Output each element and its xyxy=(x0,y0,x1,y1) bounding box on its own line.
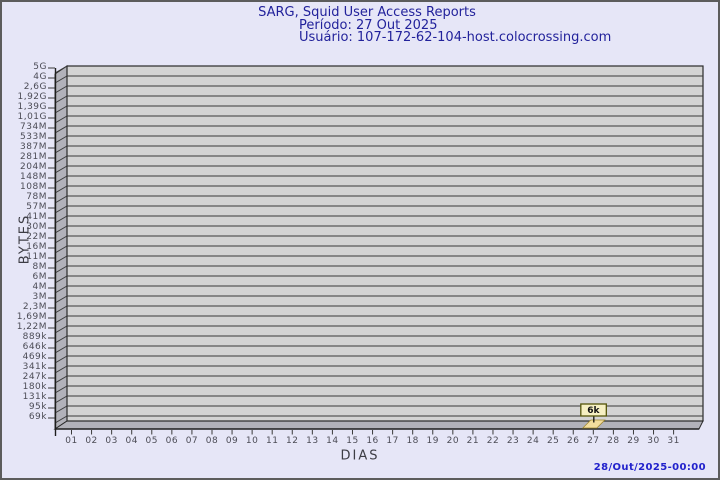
x-tick-label: 19 xyxy=(427,436,439,446)
x-tick-label: 30 xyxy=(647,436,659,446)
y-tick-label: 148M xyxy=(20,172,47,182)
x-tick-label: 02 xyxy=(85,436,97,446)
x-tick-label: 09 xyxy=(226,436,238,446)
y-tick-label: 57M xyxy=(26,202,47,212)
y-tick-label: 387M xyxy=(20,142,47,152)
y-tick-label: 533M xyxy=(20,132,47,142)
y-tick-label: 131k xyxy=(23,392,48,402)
x-tick-label: 22 xyxy=(487,436,499,446)
x-tick-label: 23 xyxy=(507,436,519,446)
x-tick-label: 20 xyxy=(447,436,459,446)
x-tick-label: 29 xyxy=(627,436,639,446)
y-tick-label: 1,01G xyxy=(17,112,47,122)
y-tick-label: 281M xyxy=(20,152,47,162)
y-tick-label: 4G xyxy=(33,72,47,82)
y-tick-label: 78M xyxy=(26,192,47,202)
y-tick-label: 2,6G xyxy=(24,82,47,92)
x-tick-label: 15 xyxy=(346,436,358,446)
x-tick-label: 05 xyxy=(146,436,158,446)
y-tick-label: 4M xyxy=(33,282,48,292)
x-tick-label: 13 xyxy=(306,436,318,446)
x-axis-tick-labels: 01 02 03 04 05 06 07 08 09 10 11 12 13 14 15 16 17 18 19 20… xyxy=(65,436,679,446)
y-tick-label: 734M xyxy=(20,122,47,132)
y-tick-label: 341k xyxy=(23,362,48,372)
x-tick-label: 08 xyxy=(206,436,218,446)
plot-floor xyxy=(53,420,704,430)
y-tick-label: 469k xyxy=(23,352,48,362)
x-tick-label: 17 xyxy=(386,436,398,446)
y-tick-label: 108M xyxy=(20,182,47,192)
y-tick-label: 1,22M xyxy=(17,322,47,332)
y-tick-label: 180k xyxy=(23,382,48,392)
y-tick-label: 69k xyxy=(29,412,47,422)
x-tick-label: 27 xyxy=(587,436,599,446)
y-tick-label: 247k xyxy=(23,372,48,382)
x-tick-label: 06 xyxy=(166,436,178,446)
x-tick-label: 16 xyxy=(366,436,378,446)
y-tick-label: 1,39G xyxy=(17,102,47,112)
x-tick-label: 11 xyxy=(266,436,278,446)
x-tick-label: 01 xyxy=(65,436,77,446)
x-axis-title: DIAS xyxy=(340,448,380,464)
x-tick-label: 25 xyxy=(547,436,559,446)
x-tick-label: 10 xyxy=(246,436,258,446)
x-tick-label: 14 xyxy=(326,436,338,446)
x-tick-label: 31 xyxy=(667,436,679,446)
plot-backplane xyxy=(66,65,704,422)
y-tick-label: 3M xyxy=(33,292,48,302)
generation-timestamp: 28/Out/2025-00:00 xyxy=(593,462,706,473)
marker-value-label: 6k xyxy=(587,406,600,416)
y-tick-label: 2,3M xyxy=(23,302,47,312)
y-tick-label: 5G xyxy=(33,62,47,72)
y-axis-title: BYTES xyxy=(17,213,33,265)
y-tick-label: 8M xyxy=(33,262,48,272)
y-tick-label: 6M xyxy=(33,272,48,282)
y-tick-label: 204M xyxy=(20,162,47,172)
plot-area: 5G4G2,6G1,92G1,39G1,01G734M533M387M281M2… xyxy=(17,62,704,446)
x-tick-label: 28 xyxy=(607,436,619,446)
x-tick-label: 21 xyxy=(467,436,479,446)
y-tick-label: 889k xyxy=(23,332,48,342)
x-tick-label: 12 xyxy=(286,436,298,446)
x-tick-label: 04 xyxy=(125,436,137,446)
x-tick-label: 24 xyxy=(527,436,539,446)
y-tick-label: 1,92G xyxy=(17,92,47,102)
x-tick-label: 18 xyxy=(406,436,418,446)
y-tick-label: 95k xyxy=(29,402,47,412)
x-tick-label: 26 xyxy=(567,436,579,446)
sarg-report-page: SARG, Squid User Access Reports Período:… xyxy=(0,0,720,480)
x-tick-label: 03 xyxy=(105,436,117,446)
x-tick-label: 07 xyxy=(186,436,198,446)
y-tick-label: 646k xyxy=(23,342,48,352)
y-tick-label: 1,69M xyxy=(17,312,47,322)
x-axis-ticks xyxy=(71,430,675,435)
